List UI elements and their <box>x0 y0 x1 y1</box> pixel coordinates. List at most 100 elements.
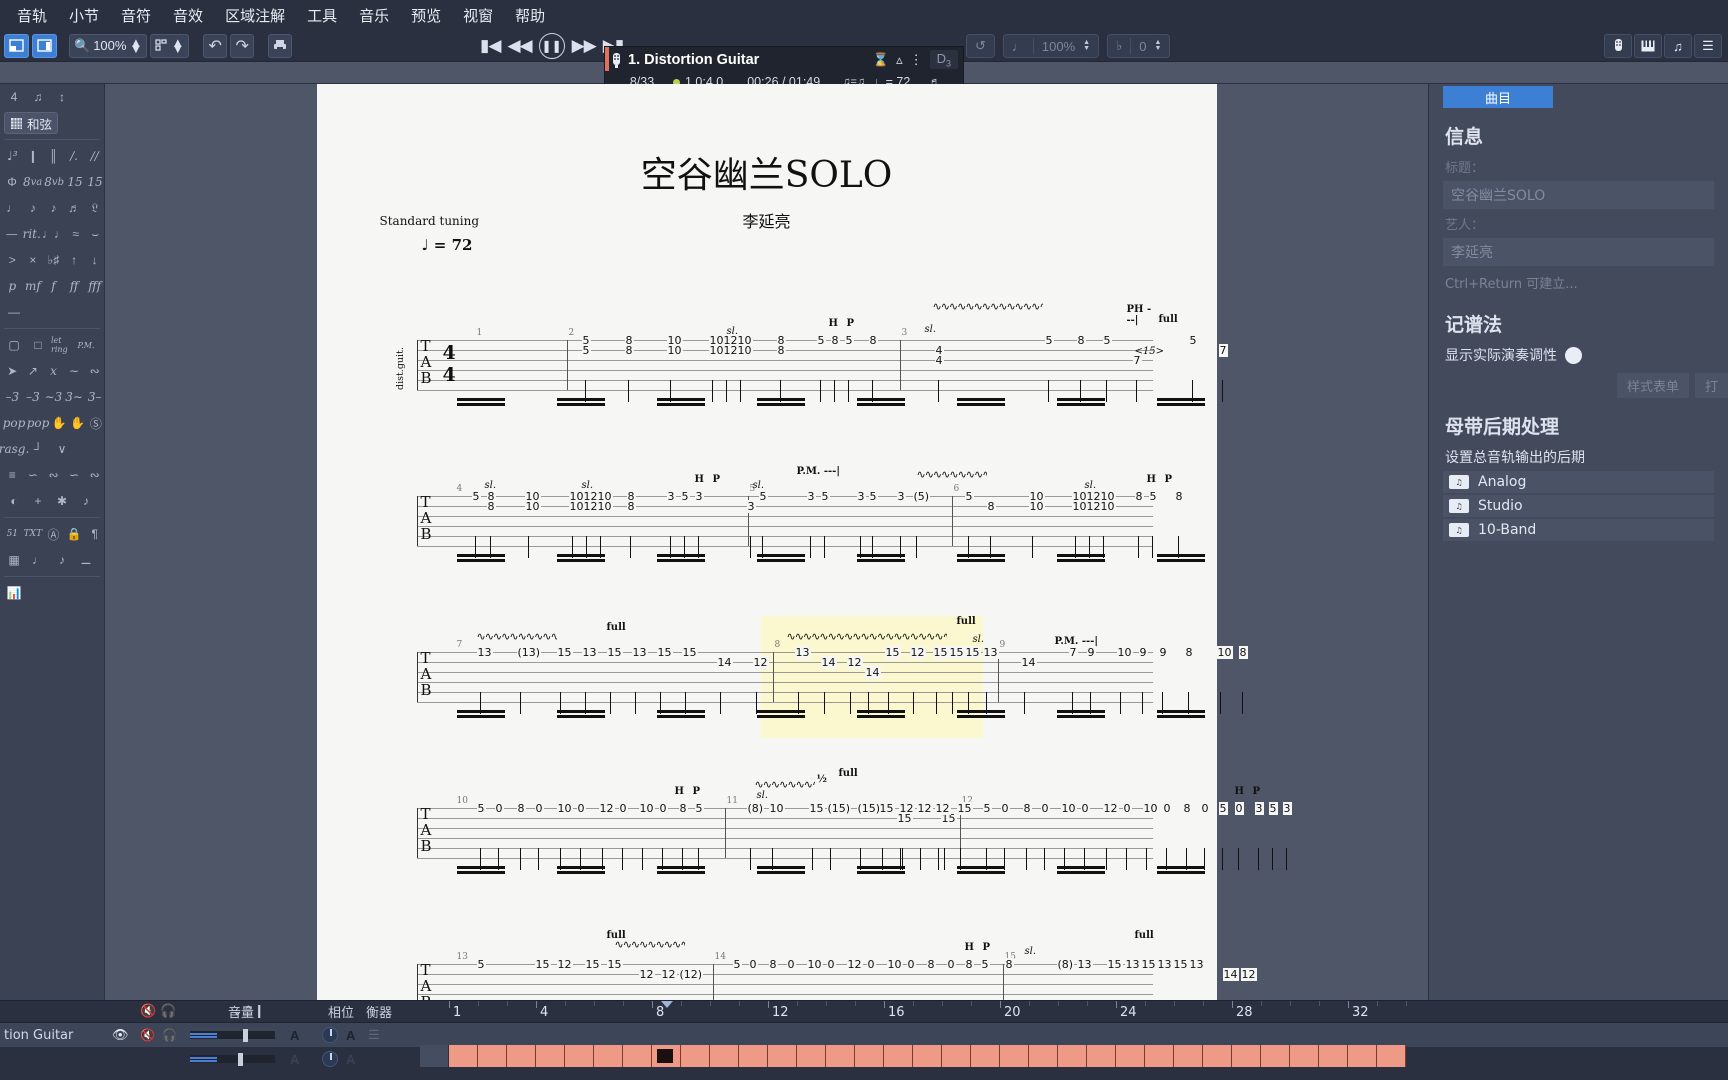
brush-up-icon[interactable]: ∨ <box>51 438 73 460</box>
tempo-percent-control[interactable]: ♩ 100% ▲ ▼ <box>1002 34 1100 58</box>
tab-fret-number[interactable]: 15 <box>896 812 913 825</box>
tab-fret-number[interactable]: 12 <box>598 802 615 815</box>
mixer-icon[interactable]: ☰ <box>1694 34 1722 58</box>
tab-fret-number[interactable]: 5 <box>1188 334 1198 347</box>
tab-fret-number[interactable]: 0 <box>1200 802 1210 815</box>
15ma-icon[interactable]: 15 <box>66 171 84 193</box>
repeat-1-icon[interactable]: ∕. <box>65 145 84 167</box>
slide-out-icon[interactable]: ∼3 <box>44 386 63 408</box>
tab-fret-number[interactable]: 8 <box>986 500 996 513</box>
title-field[interactable]: 空谷幽兰SOLO <box>1443 181 1714 209</box>
page-view-icon[interactable] <box>4 33 29 58</box>
tab-fret-number[interactable]: (12) <box>678 968 704 981</box>
tab-fret-number[interactable]: 12 <box>1240 968 1257 981</box>
dim-icon[interactable]: — <box>3 223 21 245</box>
tab-fret-number[interactable]: 13 <box>1156 958 1173 971</box>
tab-fret-number[interactable]: 12 <box>909 646 926 659</box>
tab-fret-number[interactable]: 14 <box>716 656 733 669</box>
coda-icon[interactable]: Φ <box>3 171 21 193</box>
tab-fret-number[interactable]: 13 <box>631 646 648 659</box>
tab-fret-number[interactable]: 15 <box>606 958 623 971</box>
fff-dynamic-icon[interactable]: fff <box>85 275 104 297</box>
score-system[interactable]: TAB101112∿∿∿∿∿∿∿∿∿∿∿∿∿∿∿∿∿∿∿∿∿∿∿∿HPsl.½f… <box>359 748 1292 874</box>
preset-10band[interactable]: ♫ 10-Band <box>1443 519 1714 541</box>
menu-item-preview[interactable]: 预览 <box>400 2 452 29</box>
tab-fret-number[interactable]: 15 <box>1140 958 1157 971</box>
downstroke-icon[interactable]: ↓ <box>85 249 104 271</box>
score-system[interactable]: TAB131415∿∿∿∿∿∿∿∿∿∿∿∿∿∿∿∿∿∿∿∿∿∿∿∿fullHPs… <box>359 904 1257 1000</box>
tab-fret-number[interactable]: 8 <box>624 344 634 357</box>
volume-automation-letter[interactable]: A <box>290 1028 299 1043</box>
tab-fret-number[interactable]: 15 <box>584 958 601 971</box>
rewind-icon[interactable]: ◀◀ <box>507 36 532 56</box>
tab-fret-number[interactable]: 10 <box>886 958 903 971</box>
tab-fret-number[interactable]: 9 <box>1158 646 1168 659</box>
tab-fret-number[interactable]: 12 <box>752 656 769 669</box>
key-signature-badge[interactable]: D3 <box>929 49 958 70</box>
slur-icon[interactable]: ⌣ <box>86 223 104 245</box>
menu-item-window[interactable]: 视窗 <box>452 2 504 29</box>
tab-fret-number[interactable]: 10 <box>524 500 541 513</box>
tab-fret-number[interactable]: 3 <box>806 490 816 503</box>
score-system[interactable]: TAB456∿∿∿∿∿∿∿∿∿∿∿∿∿∿∿∿∿∿∿∿∿∿∿∿sl.sl.HPsl… <box>359 436 1205 562</box>
tab-fret-number[interactable]: 15 <box>808 802 825 815</box>
menu-item-tracks[interactable]: 音轨 <box>6 2 58 29</box>
mixer-icon[interactable]: ☰ <box>368 1027 380 1043</box>
lock-icon[interactable]: 🔒 <box>65 523 84 545</box>
tab-fret-number[interactable]: 10 <box>1028 500 1045 513</box>
tab-fret-number[interactable]: 15 <box>878 802 895 815</box>
more-vertical-icon[interactable]: ⋮ <box>910 52 923 68</box>
tab-fret-number[interactable]: 8 <box>1004 958 1014 971</box>
tab-fret-number[interactable]: 5 <box>1268 802 1278 815</box>
tab-fret-number[interactable]: 0 <box>1162 802 1172 815</box>
skip-to-start-icon[interactable]: ▮◀ <box>480 36 501 56</box>
rest-icon[interactable]: 𝔏 <box>85 197 104 219</box>
tab-fret-number[interactable]: 15 <box>656 646 673 659</box>
tab-fret-number[interactable]: 13 <box>794 646 811 659</box>
mute-icon[interactable]: 🔇 <box>140 1028 155 1042</box>
tab-fret-number[interactable]: 0 <box>534 802 544 815</box>
tab-fret-number[interactable]: 15 <box>964 646 981 659</box>
tab-fret-number[interactable]: 12 <box>846 656 863 669</box>
right-hand-icon[interactable]: ✋ <box>69 412 85 434</box>
tab-fret-number[interactable]: 13 <box>581 646 598 659</box>
15mb-icon[interactable]: 15 <box>86 171 104 193</box>
tab-fret-number[interactable]: 3 <box>746 500 756 513</box>
tab-fret-number[interactable]: 13 <box>1188 958 1205 971</box>
tab-fret-number[interactable]: 5 <box>732 958 742 971</box>
fast-forward-icon[interactable]: ▶▶ <box>572 36 597 56</box>
print-icon[interactable] <box>268 33 293 58</box>
tuplet-bracket-icon[interactable]: ⚊ <box>75 549 97 571</box>
tab-staff[interactable] <box>416 808 1153 859</box>
mute-icon[interactable]: 🔇 <box>140 1004 156 1019</box>
tab-fret-number[interactable]: 0 <box>576 802 586 815</box>
eighth-note-icon[interactable]: ♪ <box>44 197 63 219</box>
print-button[interactable]: 打 <box>1694 373 1728 398</box>
tab-fret-number[interactable]: 8 <box>868 334 878 347</box>
tab-fret-number[interactable]: 5 <box>680 490 690 503</box>
tab-fret-number[interactable]: 12 <box>1102 802 1119 815</box>
pan-automation-letter-master[interactable]: A <box>346 1052 355 1067</box>
tab-song[interactable]: 曲目 <box>1443 86 1553 108</box>
tab-fret-number[interactable]: 14 <box>1020 656 1037 669</box>
tab-fret-number[interactable]: 5 <box>980 958 990 971</box>
tab-fret-number[interactable]: 3 <box>896 490 906 503</box>
playhead-marker[interactable] <box>661 1001 673 1008</box>
slap-icon[interactable]: pop <box>27 412 50 434</box>
vibrato-icon[interactable]: ∼ <box>65 360 84 382</box>
tab-fret-number[interactable]: 7 <box>1218 344 1228 357</box>
legato-slide-icon[interactable]: 3∼ <box>65 386 84 408</box>
tab-fret-number[interactable]: 12 <box>556 958 573 971</box>
concert-pitch-toggle[interactable] <box>1565 346 1582 364</box>
tab-fret-number[interactable]: 10 <box>806 958 823 971</box>
let-ring-icon[interactable]: let ring <box>51 334 73 356</box>
tab-fret-number[interactable]: (8) <box>746 802 765 815</box>
tab-fret-number[interactable]: 5 <box>476 802 486 815</box>
tab-fret-number[interactable]: 12 <box>916 802 933 815</box>
double-barline-icon[interactable]: ║ <box>44 145 63 167</box>
accent-icon[interactable]: > <box>3 249 22 271</box>
undo-icon[interactable]: ↶ <box>203 33 228 58</box>
tab-fret-number[interactable]: 3 <box>1254 802 1264 815</box>
tab-fret-number[interactable]: 5 <box>694 802 704 815</box>
wide-vibrato-icon[interactable]: ∾ <box>44 464 63 486</box>
